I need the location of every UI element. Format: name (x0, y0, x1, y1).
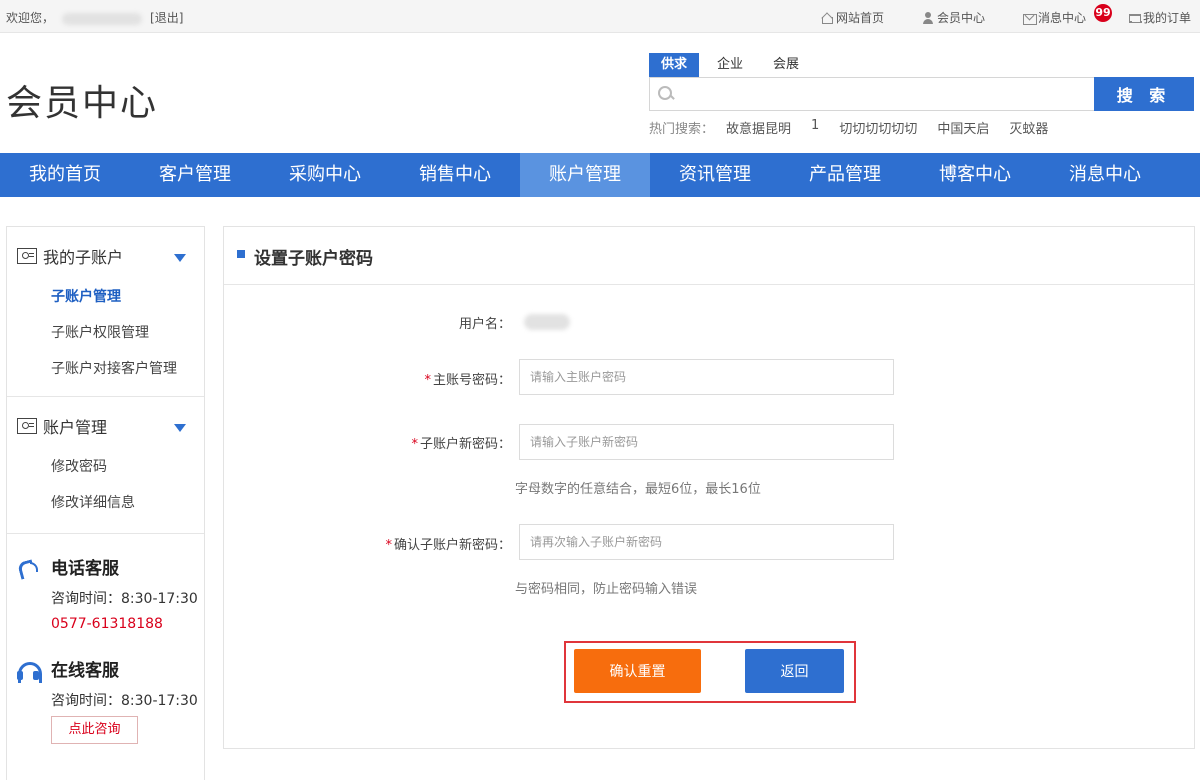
master-password-label-text: 主账号密码： (432, 373, 511, 388)
username-label: 用户名： (458, 317, 511, 332)
message-center-label: 消息中心 (1038, 11, 1087, 25)
welcome-text: 欢迎您， (6, 11, 55, 25)
hot-searches: 热门搜索： 故意据昆明 1 切切切切切切 中国天启 灭蚊器 (649, 118, 1048, 137)
new-password-input[interactable] (519, 424, 894, 460)
confirm-password-hint: 与密码相同，防止密码输入错误 (515, 582, 698, 597)
new-password-label-text: 子账户新密码： (419, 437, 511, 452)
confirm-password-input[interactable] (519, 524, 894, 560)
message-count-badge: 99 (1094, 4, 1112, 22)
nav-item-sales[interactable]: 销售中心 (390, 153, 520, 197)
hot-term-link[interactable]: 1 (811, 118, 819, 137)
sidebar: 我的子账户 子账户管理 子账户权限管理 子账户对接客户管理 账户管理 修改密码 … (6, 226, 205, 780)
online-service: 在线客服 咨询时间：8:30-17:30 点此咨询 (7, 654, 204, 744)
title-square-icon (237, 250, 245, 258)
sidebar-group-account: 账户管理 修改密码 修改详细信息 (7, 397, 204, 521)
online-service-hours: 咨询时间：8:30-17:30 (51, 693, 198, 709)
my-orders-link[interactable]: 我的订单 (1128, 9, 1191, 26)
search-tab-supply[interactable]: 供求 (649, 53, 700, 77)
phone-number: 0577-61318188 (51, 616, 163, 632)
phone-icon (16, 558, 40, 580)
caret-down-icon (174, 254, 186, 262)
user-icon (922, 11, 934, 24)
confirm-reset-button[interactable]: 确认重置 (574, 649, 701, 693)
hot-term-link[interactable]: 故意据昆明 (726, 118, 791, 137)
page-title: 会员中心 (6, 83, 159, 124)
search-tabs: 供求 企业 会展 (649, 53, 817, 77)
phone-service: 电话客服 咨询时间：8:30-17:30 0577-61318188 (7, 552, 204, 636)
hot-term-link[interactable]: 切切切切切切 (839, 118, 917, 137)
home-icon (821, 12, 833, 24)
search-tab-company[interactable]: 企业 (705, 53, 755, 77)
sidebar-group-header-account[interactable]: 账户管理 (7, 397, 204, 455)
my-orders-label: 我的订单 (1143, 11, 1192, 25)
search-box (649, 77, 1095, 111)
sidebar-group-subaccounts: 我的子账户 子账户管理 子账户权限管理 子账户对接客户管理 (7, 227, 204, 387)
search-tab-exhibition[interactable]: 会展 (761, 53, 811, 77)
top-bar: 欢迎您， [退出] 网站首页 会员中心 消息中心 99 我的订单 (0, 0, 1200, 33)
account-icon (17, 418, 37, 434)
member-center-link[interactable]: 会员中心 (922, 9, 985, 26)
sidebar-item-subaccount-customers[interactable]: 子账户对接客户管理 (7, 351, 204, 387)
new-password-hint: 字母数字的任意结合，最短6位，最长16位 (515, 482, 761, 497)
panel-title: 设置子账户密码 (254, 249, 373, 269)
id-card-icon (17, 248, 37, 264)
hot-term-link[interactable]: 灭蚊器 (1009, 118, 1048, 137)
search-icon (658, 86, 672, 100)
required-mark: * (385, 538, 392, 553)
nav-item-messages[interactable]: 消息中心 (1040, 153, 1170, 197)
logout-link[interactable]: [退出] (150, 11, 183, 25)
cart-icon (1128, 12, 1142, 24)
blurred-username-value (524, 314, 570, 330)
hot-search-label: 热门搜索： (649, 122, 715, 137)
sidebar-group-header-subaccounts[interactable]: 我的子账户 (7, 227, 204, 285)
caret-down-icon (174, 424, 186, 432)
sidebar-group-title: 我的子账户 (43, 248, 124, 267)
phone-service-hours: 咨询时间：8:30-17:30 (51, 591, 198, 607)
back-button[interactable]: 返回 (745, 649, 844, 693)
sidebar-group-title: 账户管理 (43, 418, 108, 437)
member-center-label: 会员中心 (937, 11, 986, 25)
site-home-link[interactable]: 网站首页 (821, 9, 884, 26)
nav-item-news[interactable]: 资讯管理 (650, 153, 780, 197)
required-mark: * (411, 437, 418, 452)
nav-item-customers[interactable]: 客户管理 (130, 153, 260, 197)
consult-button[interactable]: 点此咨询 (51, 716, 138, 744)
nav-item-blog[interactable]: 博客中心 (910, 153, 1040, 197)
hot-term-link[interactable]: 中国天启 (937, 118, 989, 137)
nav-item-products[interactable]: 产品管理 (780, 153, 910, 197)
headset-icon (16, 660, 42, 683)
blurred-username (62, 12, 143, 25)
site-home-label: 网站首页 (836, 11, 885, 25)
nav-item-home[interactable]: 我的首页 (0, 153, 130, 197)
new-password-label: * 子账户新密码： (411, 433, 511, 452)
phone-service-title: 电话客服 (51, 559, 119, 579)
main-nav: 我的首页 客户管理 采购中心 销售中心 账户管理 资讯管理 产品管理 博客中心 … (0, 153, 1200, 197)
nav-item-purchasing[interactable]: 采购中心 (260, 153, 390, 197)
nav-item-account[interactable]: 账户管理 (520, 153, 650, 197)
mail-icon (1023, 12, 1037, 25)
confirm-password-label: * 确认子账户新密码： (385, 534, 511, 553)
required-mark: * (424, 373, 431, 388)
search-button[interactable]: 搜 索 (1094, 77, 1194, 111)
sidebar-divider (7, 533, 204, 534)
sidebar-item-edit-details[interactable]: 修改详细信息 (7, 485, 204, 521)
sidebar-item-subaccount-permissions[interactable]: 子账户权限管理 (7, 315, 204, 351)
welcome-area: 欢迎您， [退出] (6, 9, 183, 26)
search-input[interactable] (680, 78, 1090, 110)
master-password-label: * 主账号密码： (424, 369, 511, 388)
panel-header: 设置子账户密码 (224, 227, 1194, 285)
message-center-link[interactable]: 消息中心 (1023, 9, 1086, 26)
online-service-title: 在线客服 (51, 661, 119, 681)
master-password-input[interactable] (519, 359, 894, 395)
confirm-password-label-text: 确认子账户新密码： (393, 538, 511, 553)
main-panel: 设置子账户密码 用户名： * 主账号密码： * 子账户新密码： 字母数字的任意结合，… (223, 226, 1195, 749)
